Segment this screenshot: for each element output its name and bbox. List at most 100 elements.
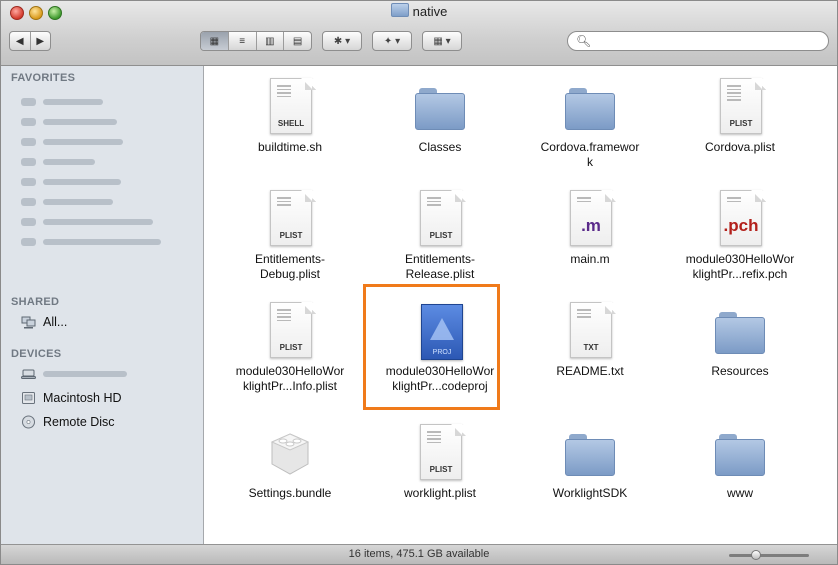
plist-file-icon: PLIST <box>415 190 466 248</box>
file-name: Entitlements-Debug.plist <box>254 252 326 281</box>
blurred-icon <box>21 98 36 106</box>
icon-size-slider[interactable] <box>729 550 809 560</box>
sidebar-item-shared-all[interactable]: All... <box>21 312 196 332</box>
text-file-icon: TXT <box>565 302 616 360</box>
blurred-icon <box>21 178 36 186</box>
sidebar-item-favorite[interactable] <box>21 92 196 112</box>
folder-icon <box>715 302 765 360</box>
selection-highlight-box <box>363 284 500 410</box>
file-name: buildtime.sh <box>257 140 323 154</box>
blurred-icon <box>21 138 36 146</box>
finder-window: native ◀ ▶ ▦ ≡ ▥ ▤ ✱ ▾ ✦ ▾ ▦ ▾ 🔍︎ FAVORI… <box>0 0 838 565</box>
action-menu-button[interactable]: ✱ ▾ <box>322 31 362 51</box>
file-name: module030HelloWorklightPr...refix.pch <box>685 252 795 281</box>
sidebar-header-devices: DEVICES <box>11 348 62 360</box>
sidebar-item-label: All... <box>43 315 68 329</box>
search-field[interactable]: 🔍︎ <box>567 31 829 51</box>
blurred-label <box>43 179 121 185</box>
file-name: README.txt <box>556 364 624 378</box>
back-button[interactable]: ◀ <box>10 32 31 50</box>
plist-file-icon: PLIST <box>715 78 766 136</box>
blurred-icon <box>21 118 36 126</box>
coverflow-view-icon: ▤ <box>292 35 303 47</box>
icon-view-icon: ▦ <box>209 35 220 47</box>
sidebar-header-shared: SHARED <box>11 296 60 308</box>
header-file-icon: .pch <box>715 190 766 248</box>
sidebar-item-favorite[interactable] <box>21 132 196 152</box>
sidebar-item-label: Macintosh HD <box>43 391 122 405</box>
sidebar: FAVORITES SHARED All... DEVICES Macintos… <box>1 66 204 544</box>
coverflow-view-button[interactable]: ▤ <box>284 32 311 50</box>
laptop-icon <box>21 369 36 379</box>
file-name: module030HelloWorklightPr...Info.plist <box>235 364 345 393</box>
folder-icon <box>715 424 765 482</box>
shell-script-icon: SHELL <box>265 78 316 136</box>
column-view-icon: ▥ <box>265 35 275 47</box>
file-name: Classes <box>418 140 462 154</box>
dropbox-menu-button[interactable]: ✦ ▾ <box>372 31 412 51</box>
sidebar-item-label: Remote Disc <box>43 415 115 429</box>
file-name: main.m <box>570 252 610 266</box>
search-input[interactable] <box>594 34 824 50</box>
sidebar-item-favorite[interactable] <box>21 172 196 192</box>
arrange-menu-button[interactable]: ▦ ▾ <box>422 31 462 51</box>
status-text: 16 items, 475.1 GB available <box>348 548 490 560</box>
plist-file-icon: PLIST <box>265 302 316 360</box>
lego-bundle-icon <box>265 424 315 482</box>
plist-file-icon: PLIST <box>415 424 466 482</box>
file-name: Resources <box>711 364 769 378</box>
sidebar-item-favorite[interactable] <box>21 212 196 232</box>
sidebar-item-remote-disc[interactable]: Remote Disc <box>21 412 196 432</box>
blurred-icon <box>21 158 36 166</box>
dropbox-icon: ✦ ▾ <box>383 35 401 47</box>
status-bar: 16 items, 475.1 GB available <box>1 544 837 564</box>
file-name: WorklightSDK <box>552 486 628 500</box>
objc-source-file-icon: .m <box>565 190 616 248</box>
file-name: www <box>727 486 753 500</box>
blurred-icon <box>21 218 36 226</box>
blurred-label <box>43 139 123 145</box>
file-name: Entitlements-Release.plist <box>404 252 476 281</box>
gear-icon: ✱ ▾ <box>333 35 351 47</box>
arrange-icon: ▦ ▾ <box>433 35 451 47</box>
sidebar-item-device-blurred[interactable] <box>21 364 196 384</box>
file-name: worklight.plist <box>403 486 477 500</box>
sidebar-item-favorite[interactable] <box>21 232 196 252</box>
folder-icon <box>390 3 409 17</box>
window-title-area: native <box>1 3 837 19</box>
folder-icon <box>565 78 615 136</box>
plist-file-icon: PLIST <box>265 190 316 248</box>
view-mode-control: ▦ ≡ ▥ ▤ <box>200 31 312 51</box>
blurred-label <box>43 219 153 225</box>
blurred-label <box>43 99 103 105</box>
icon-view-button[interactable]: ▦ <box>201 32 229 50</box>
sidebar-item-macintosh-hd[interactable]: Macintosh HD <box>21 388 196 408</box>
file-name: Cordova.framework <box>540 140 640 169</box>
window-title: native <box>412 4 448 19</box>
forward-button[interactable]: ▶ <box>31 32 51 50</box>
file-grid: SHELL buildtime.sh Classes Cordova.frame… <box>204 66 837 544</box>
file-name: Settings.bundle <box>248 486 332 500</box>
blurred-label <box>43 159 95 165</box>
search-icon: 🔍︎ <box>576 34 592 48</box>
blurred-icon <box>21 238 36 246</box>
back-arrow-icon: ◀ <box>15 35 24 47</box>
file-name: Cordova.plist <box>704 140 776 154</box>
slider-knob[interactable] <box>751 550 761 560</box>
back-forward-control: ◀ ▶ <box>9 31 51 51</box>
sidebar-item-favorite[interactable] <box>21 112 196 132</box>
column-view-button[interactable]: ▥ <box>257 32 285 50</box>
sidebar-item-favorite[interactable] <box>21 152 196 172</box>
sidebar-header-favorites: FAVORITES <box>11 72 76 84</box>
sidebar-item-favorite[interactable] <box>21 192 196 212</box>
folder-icon <box>415 78 465 136</box>
blurred-label <box>43 239 161 245</box>
blurred-label <box>43 199 113 205</box>
title-bar: native ◀ ▶ ▦ ≡ ▥ ▤ ✱ ▾ ✦ ▾ ▦ ▾ 🔍︎ <box>1 1 837 66</box>
disc-icon <box>22 415 35 429</box>
blurred-label <box>43 371 127 377</box>
network-computers-icon <box>21 316 36 329</box>
list-view-button[interactable]: ≡ <box>229 32 257 50</box>
hard-disk-icon <box>22 392 35 404</box>
blurred-label <box>43 119 117 125</box>
